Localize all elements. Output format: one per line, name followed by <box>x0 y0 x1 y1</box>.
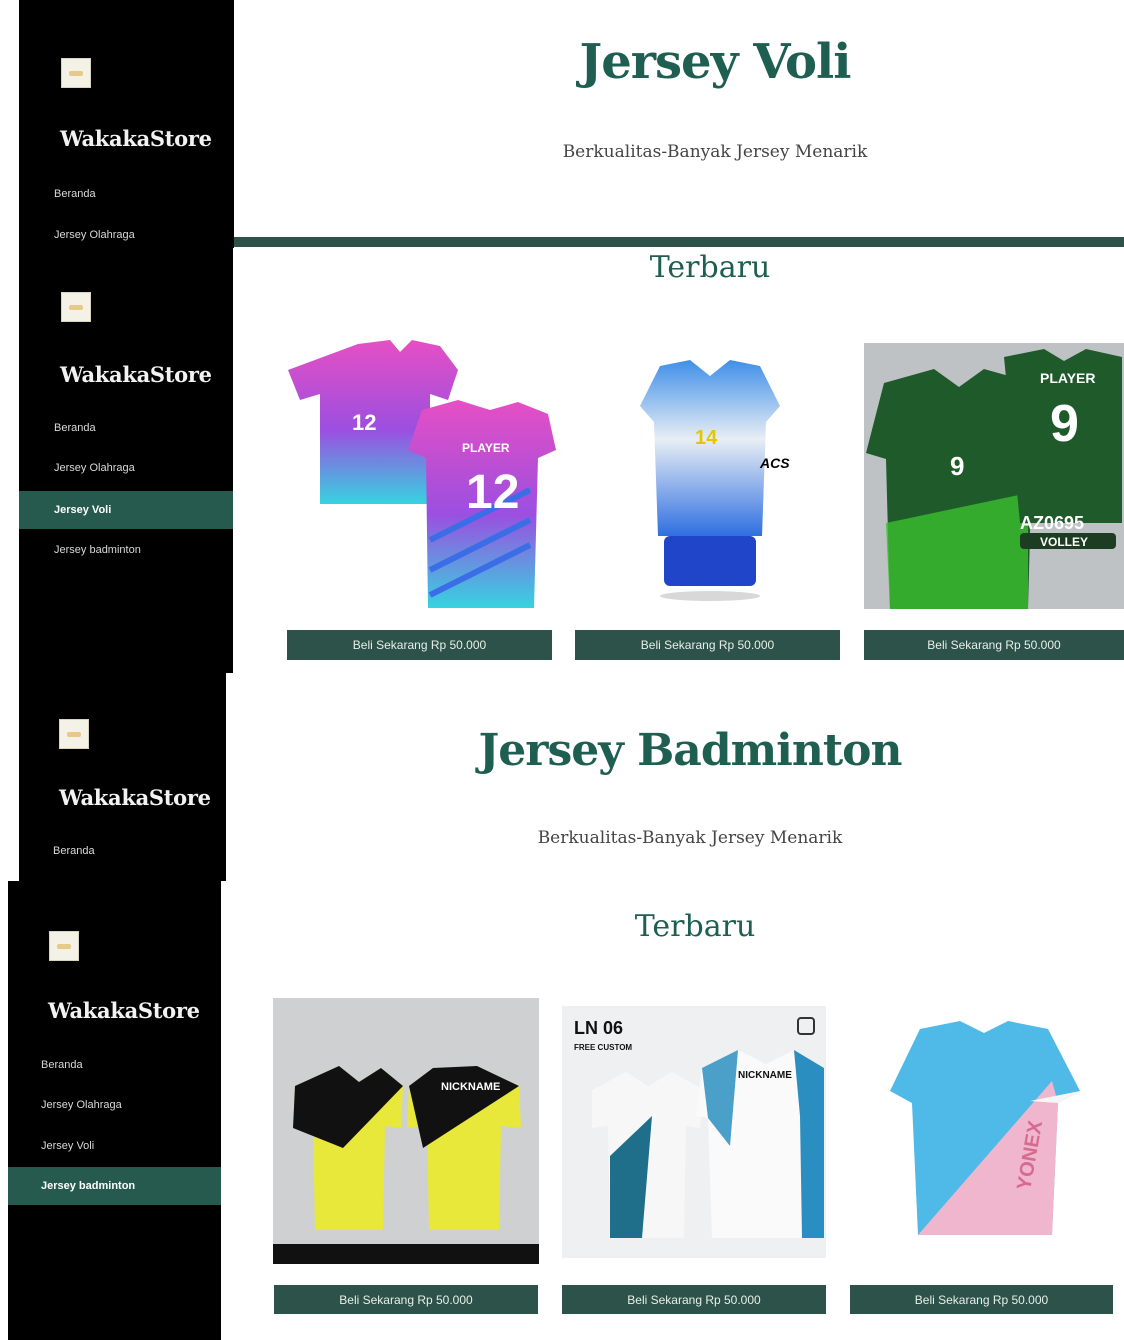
section-title: Terbaru <box>649 250 771 285</box>
jersey-print: FREE CUSTOM <box>574 1043 632 1052</box>
store-logo[interactable] <box>49 931 79 961</box>
store-logo[interactable] <box>61 58 91 88</box>
section-title: Terbaru <box>634 909 756 944</box>
sidebar: WakakaStore Beranda Jersey Olahraga Jers… <box>8 881 221 1340</box>
product-image-jersey-white-blue[interactable]: LN 06 FREE CUSTOM NICKNAME <box>562 1006 826 1258</box>
jersey-print: 9 <box>950 451 964 481</box>
buy-button[interactable]: Beli Sekarang Rp 50.000 <box>562 1285 826 1314</box>
section-divider <box>234 237 1124 247</box>
nav-jersey-badminton[interactable]: Jersey badminton <box>8 1167 221 1205</box>
buy-button[interactable]: Beli Sekarang Rp 50.000 <box>274 1285 538 1314</box>
nav-jersey-olahraga[interactable]: Jersey Olahraga <box>54 229 135 241</box>
sidebar: WakakaStore Beranda Jersey Olahraga Jers… <box>19 248 233 673</box>
product-card: PLAYER 9 9 AZ0695 VOLLEY <box>864 343 1124 609</box>
jersey-print: 9 <box>1050 395 1079 453</box>
product-card: NICKNAME <box>273 998 539 1264</box>
nav-beranda[interactable]: Beranda <box>54 422 96 434</box>
buy-button[interactable]: Beli Sekarang Rp 50.000 <box>864 630 1124 660</box>
nav-beranda[interactable]: Beranda <box>41 1059 83 1071</box>
buy-button[interactable]: Beli Sekarang Rp 50.000 <box>287 630 552 660</box>
product-image-jersey-pink[interactable]: 12 PLAYER 12 <box>280 340 558 610</box>
buy-button[interactable]: Beli Sekarang Rp 50.000 <box>575 630 840 660</box>
page-subtitle: Berkualitas-Banyak Jersey Menarik <box>537 828 843 848</box>
nav-beranda[interactable]: Beranda <box>54 188 96 200</box>
nav-jersey-olahraga[interactable]: Jersey Olahraga <box>41 1099 122 1111</box>
product-card: 14 ACS <box>600 356 820 606</box>
page-subtitle: Berkualitas-Banyak Jersey Menarik <box>562 142 868 162</box>
product-image-jersey-blue[interactable]: 14 ACS <box>600 356 820 606</box>
nav-beranda[interactable]: Beranda <box>53 845 95 857</box>
brand-name: WakakaStore <box>48 998 200 1023</box>
page-title: Jersey Badminton <box>478 725 902 776</box>
jersey-print: LN 06 <box>574 1018 623 1038</box>
jersey-print: 12 <box>352 410 376 435</box>
panel-voli-hero: WakakaStore Beranda Jersey Olahraga Jers… <box>0 0 1124 248</box>
jersey-print: NICKNAME <box>738 1070 792 1081</box>
panel-voli-products: WakakaStore Beranda Jersey Olahraga Jers… <box>0 248 1124 673</box>
brand-name: WakakaStore <box>60 362 212 387</box>
nav-jersey-voli[interactable]: Jersey Voli <box>41 1140 94 1152</box>
nav-jersey-olahraga[interactable]: Jersey Olahraga <box>54 462 135 474</box>
product-card: LN 06 FREE CUSTOM NICKNAME <box>562 1006 826 1258</box>
jersey-print: ACS <box>759 455 790 471</box>
product-image-jersey-green[interactable]: PLAYER 9 9 AZ0695 VOLLEY <box>864 343 1124 609</box>
sidebar: WakakaStore Beranda <box>19 673 226 881</box>
store-logo[interactable] <box>59 719 89 749</box>
jersey-print: NICKNAME <box>441 1081 500 1093</box>
jersey-print: 12 <box>466 466 519 519</box>
jersey-print: VOLLEY <box>1040 535 1088 549</box>
jersey-print: 14 <box>695 427 718 449</box>
brand-name: WakakaStore <box>59 785 211 810</box>
product-image-jersey-yellow[interactable]: NICKNAME <box>273 998 539 1264</box>
nav-jersey-badminton[interactable]: Jersey badminton <box>54 544 141 556</box>
store-logo[interactable] <box>61 292 91 322</box>
product-card: 12 PLAYER 12 <box>280 340 558 610</box>
panel-badminton-products: WakakaStore Beranda Jersey Olahraga Jers… <box>0 881 1124 1340</box>
sidebar: WakakaStore Beranda Jersey Olahraga <box>19 0 234 248</box>
jersey-print: PLAYER <box>462 441 510 455</box>
product-card: YONEX <box>880 1021 1090 1243</box>
page-title: Jersey Voli <box>579 34 851 90</box>
product-image-jersey-pink-blue[interactable]: YONEX <box>880 1021 1090 1243</box>
brand-name: WakakaStore <box>60 126 212 151</box>
nav-jersey-voli[interactable]: Jersey Voli <box>19 491 233 529</box>
jersey-print: AZ0695 <box>1020 513 1084 533</box>
panel-badminton-hero: WakakaStore Beranda Jersey Badminton Ber… <box>0 673 1124 881</box>
jersey-print: PLAYER <box>1040 370 1096 386</box>
buy-button[interactable]: Beli Sekarang Rp 50.000 <box>850 1285 1113 1314</box>
